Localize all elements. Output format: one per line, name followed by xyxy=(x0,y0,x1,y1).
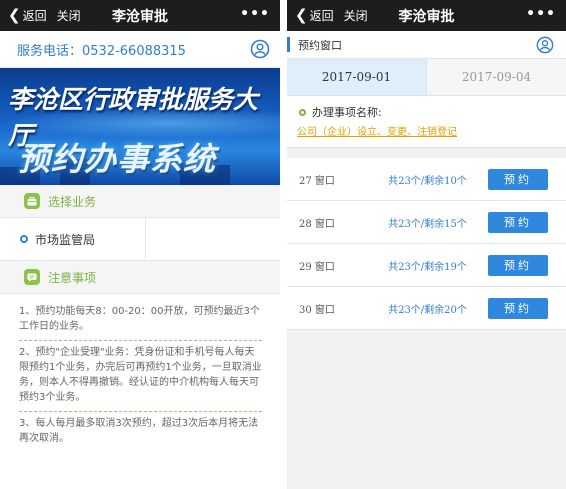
note-item: 2、预约"企业受理"业务：凭身份证和手机号每人每天限预约1个业务，办完后可再预约… xyxy=(19,341,262,412)
book-button[interactable]: 预约 xyxy=(488,168,548,190)
notice-icon xyxy=(24,269,40,285)
window-name: 27 窗口 xyxy=(299,175,335,187)
bureau-row: 市场监管局 xyxy=(0,218,280,261)
radio-dot-icon xyxy=(20,235,28,243)
item-info: 办理事项名称: 公司（企业）设立、变更、注销登记 xyxy=(287,96,566,148)
window-stock: 共23个/剩余10个 xyxy=(388,175,467,187)
chevron-left-icon: ❮ xyxy=(8,6,21,24)
note-item: 1、预约功能每天8：00-20：00开放，可预约最近3个工作日的业务。 xyxy=(19,300,262,341)
more-icon[interactable]: ••• xyxy=(240,6,270,22)
service-phone-row: 服务电话：0532-66088315 xyxy=(0,31,280,68)
user-icon[interactable] xyxy=(250,39,270,59)
back-label: 返回 xyxy=(309,9,334,23)
book-button[interactable]: 预约 xyxy=(488,211,548,233)
window-row: 28 窗口 共23个/剩余15个 预约 xyxy=(287,201,566,244)
book-button[interactable]: 预约 xyxy=(488,297,548,319)
booking-window-header: 预约窗口 xyxy=(287,31,566,58)
accent-bar xyxy=(287,37,290,52)
right-screen: ❮ 返回 关闭 李沧审批 ••• 预约窗口 2017-09-01 2017-09… xyxy=(287,0,566,489)
date-tabs: 2017-09-01 2017-09-04 xyxy=(287,58,566,96)
window-stock: 共23个/剩余15个 xyxy=(388,218,467,230)
back-button[interactable]: ❮ 返回 xyxy=(0,7,47,24)
item-label: 办理事项名称: xyxy=(312,106,382,119)
chevron-left-icon: ❮ xyxy=(295,6,308,24)
window-name: 30 窗口 xyxy=(299,304,335,316)
window-row: 29 窗口 共23个/剩余19个 预约 xyxy=(287,244,566,287)
page-title: 预约窗口 xyxy=(298,38,342,52)
left-screen: ❮ 返回 关闭 李沧审批 ••• 服务电话：0532-66088315 李沧区行… xyxy=(0,0,280,489)
window-row: 30 窗口 共23个/剩余20个 预约 xyxy=(287,287,566,330)
notice-header: 注意事项 xyxy=(0,261,280,294)
dot-icon xyxy=(299,108,306,116)
window-name: 28 窗口 xyxy=(299,218,335,230)
back-label: 返回 xyxy=(22,9,47,23)
select-business-label: 选择业务 xyxy=(48,194,97,209)
window-name: 29 窗口 xyxy=(299,261,335,273)
date-tab[interactable]: 2017-09-01 xyxy=(287,59,426,95)
select-business-header: 选择业务 xyxy=(0,185,280,218)
briefcase-icon xyxy=(24,193,40,209)
more-icon[interactable]: ••• xyxy=(526,6,556,22)
back-button[interactable]: ❮ 返回 xyxy=(287,7,334,24)
book-button[interactable]: 预约 xyxy=(488,254,548,276)
bureau-option[interactable]: 市场监管局 xyxy=(0,218,146,260)
notice-label: 注意事项 xyxy=(48,270,97,285)
window-row: 27 窗口 共23个/剩余10个 预约 xyxy=(287,158,566,201)
nav-bar: ❮ 返回 关闭 李沧审批 ••• xyxy=(0,0,280,31)
date-tab[interactable]: 2017-09-04 xyxy=(426,59,566,95)
bureau-label: 市场监管局 xyxy=(35,232,96,247)
notes-list: 1、预约功能每天8：00-20：00开放，可预约最近3个工作日的业务。 2、预约… xyxy=(0,294,280,452)
banner-image: 李沧区行政审批服务大厅 预约办事系统 xyxy=(0,68,280,185)
service-phone[interactable]: 服务电话：0532-66088315 xyxy=(17,40,186,59)
banner-subtitle: 预约办事系统 xyxy=(18,140,217,178)
user-icon[interactable] xyxy=(536,36,554,54)
item-link[interactable]: 公司（企业）设立、变更、注销登记 xyxy=(297,123,556,138)
nav-bar: ❮ 返回 关闭 李沧审批 ••• xyxy=(287,0,566,31)
note-item: 3、每人每月最多取消3次预约，超过3次后本月将无法再次取消。 xyxy=(19,418,259,444)
close-button[interactable]: 关闭 xyxy=(57,7,81,24)
window-stock: 共23个/剩余20个 xyxy=(388,304,467,316)
close-button[interactable]: 关闭 xyxy=(344,7,368,24)
window-stock: 共23个/剩余19个 xyxy=(388,261,467,273)
